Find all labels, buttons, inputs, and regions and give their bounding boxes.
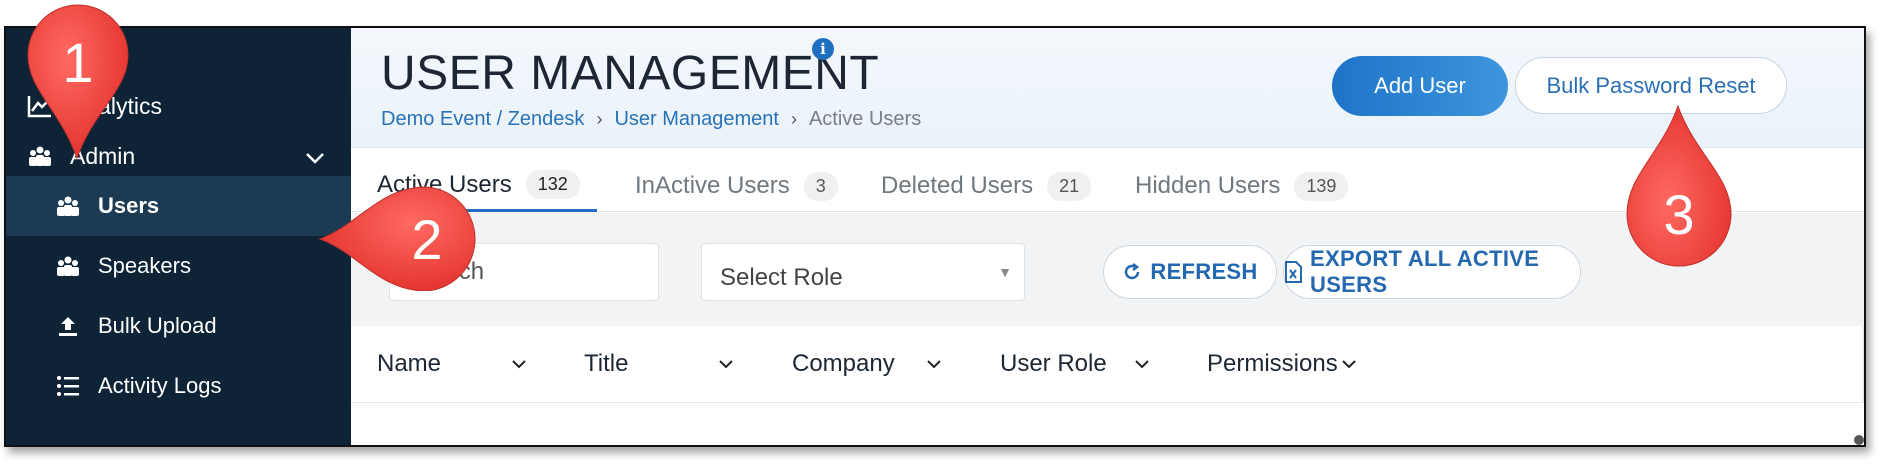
chevron-right-icon: › [790, 109, 797, 129]
breadcrumb-current: Active Users [808, 108, 922, 130]
breadcrumb: Demo Event / Zendesk › User Management ›… [381, 108, 921, 131]
breadcrumb-link-event[interactable]: Demo Event / Zendesk [381, 108, 584, 131]
select-role-dropdown[interactable]: Select Role ▼ [701, 243, 1025, 301]
callout-marker-1: 1 [27, 4, 129, 160]
table-header: Name Title Company User Role Permissions [351, 326, 1864, 403]
select-role-value: Select Role [720, 264, 843, 291]
sidebar-item-users[interactable]: Users [6, 176, 351, 236]
sidebar-item-speakers[interactable]: Speakers [6, 236, 351, 296]
tab-inactive-users[interactable]: InActive Users 3 [635, 160, 838, 212]
breadcrumb-link-user-management[interactable]: User Management [614, 108, 779, 131]
add-user-button[interactable]: Add User [1332, 56, 1508, 116]
column-header-company[interactable]: Company [792, 350, 895, 378]
column-header-user-role[interactable]: User Role [1000, 350, 1107, 378]
tab-label: InActive Users [635, 172, 790, 199]
upload-icon [54, 312, 82, 340]
tab-label: Deleted Users [881, 172, 1034, 199]
sidebar-item-label: Activity Logs [98, 373, 222, 398]
sort-chevron-icon[interactable] [718, 356, 734, 374]
count-badge: 21 [1047, 171, 1092, 201]
count-badge: 139 [1294, 171, 1349, 201]
sidebar-item-label: Bulk Upload [98, 313, 217, 338]
sidebar-item-bulk-upload[interactable]: Bulk Upload [6, 296, 351, 356]
refresh-icon [1122, 262, 1142, 282]
tab-hidden-users[interactable]: Hidden Users 139 [1135, 160, 1349, 212]
sort-chevron-icon[interactable] [926, 356, 942, 374]
count-badge: 3 [803, 171, 838, 201]
caret-down-icon: ▼ [998, 264, 1012, 280]
callout-number: 3 [1663, 183, 1694, 246]
chevron-down-icon[interactable] [305, 144, 325, 171]
column-label: Company [792, 350, 895, 377]
sort-chevron-icon[interactable] [511, 356, 527, 374]
column-label: User Role [1000, 350, 1107, 377]
excel-file-icon [1284, 261, 1302, 283]
export-active-users-button[interactable]: EXPORT ALL ACTIVE USERS [1283, 245, 1581, 299]
column-header-permissions[interactable]: Permissions [1207, 350, 1338, 378]
column-label: Title [584, 350, 629, 377]
list-icon [54, 372, 82, 400]
sort-chevron-icon[interactable] [1341, 356, 1357, 374]
scrollbar-thumb[interactable] [1854, 435, 1864, 445]
sort-chevron-icon[interactable] [1134, 356, 1150, 374]
refresh-button[interactable]: REFRESH [1103, 245, 1277, 299]
page-title: USER MANAGEMENT [381, 47, 880, 100]
chevron-right-icon: › [596, 109, 603, 129]
column-label: Permissions [1207, 350, 1338, 377]
callout-number: 2 [411, 208, 442, 271]
column-header-title[interactable]: Title [584, 350, 628, 378]
group-icon [54, 252, 82, 280]
callout-number: 1 [62, 31, 93, 94]
info-icon[interactable]: i [812, 38, 834, 60]
app-window: Analytics Admin Users Speakers Bulk Uplo… [4, 26, 1866, 447]
refresh-label: REFRESH [1150, 259, 1258, 284]
tab-label: Hidden Users [1135, 172, 1281, 199]
count-badge: 132 [525, 170, 580, 199]
column-header-name[interactable]: Name [377, 350, 441, 378]
sidebar-item-label: Speakers [98, 253, 191, 278]
sidebar-item-activity-logs[interactable]: Activity Logs [6, 356, 351, 416]
sidebar-item-label: Users [98, 193, 160, 218]
callout-marker-3: 3 [1626, 104, 1732, 267]
callout-marker-2: 2 [318, 186, 476, 291]
column-label: Name [377, 350, 442, 377]
export-label: EXPORT ALL ACTIVE USERS [1310, 246, 1540, 297]
tab-deleted-users[interactable]: Deleted Users 21 [881, 160, 1092, 212]
group-icon [54, 192, 82, 220]
